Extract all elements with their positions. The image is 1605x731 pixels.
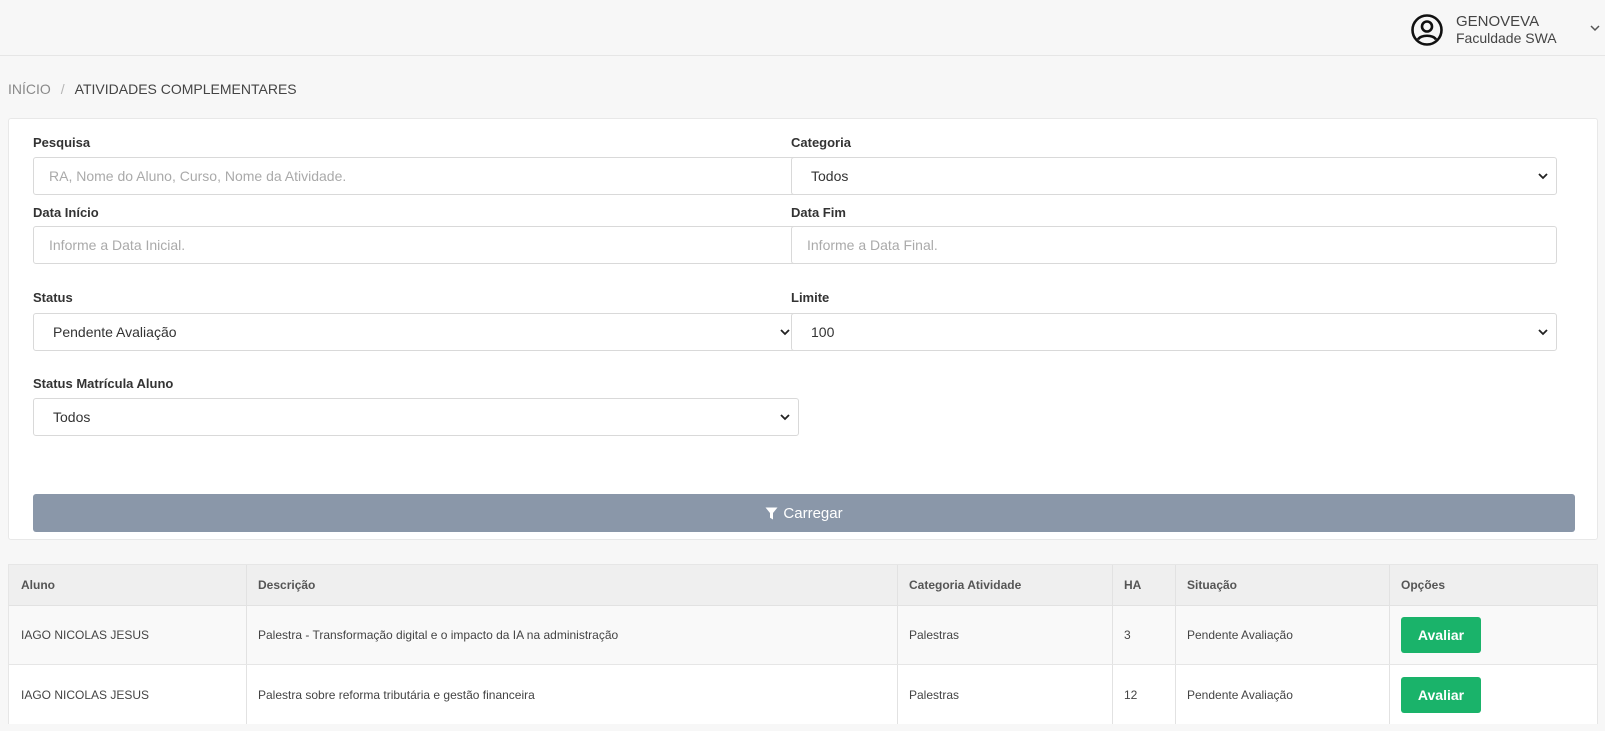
cell-description: Palestra - Transformação digital e o imp… bbox=[258, 628, 619, 642]
column-header-situacao: Situação bbox=[1187, 578, 1238, 592]
column-header-opcoes: Opções bbox=[1401, 578, 1446, 592]
table-row: IAGO NICOLAS JESUS Palestra sobre reform… bbox=[9, 665, 1597, 724]
cell-description: Palestra sobre reforma tributária e gest… bbox=[258, 687, 535, 702]
table-row: IAGO NICOLAS JESUS Palestra - Transforma… bbox=[9, 606, 1597, 665]
category-label: Categoria bbox=[791, 135, 851, 150]
evaluate-button[interactable]: Avaliar bbox=[1401, 676, 1481, 713]
chevron-down-icon bbox=[780, 414, 790, 421]
cell-ha: 3 bbox=[1124, 628, 1131, 642]
category-field: Categoria Todos bbox=[791, 134, 1557, 195]
cell-student: IAGO NICOLAS JESUS bbox=[21, 628, 150, 642]
filter-card: Pesquisa RA, Nome do Aluno, Curso, Nome … bbox=[8, 118, 1598, 540]
end-date-placeholder: Informe a Data Final. bbox=[807, 237, 938, 253]
top-bar: GENOVEVA Faculdade SWA bbox=[0, 0, 1605, 56]
search-input[interactable]: RA, Nome do Aluno, Curso, Nome da Ativid… bbox=[33, 157, 799, 195]
cell-ha: 12 bbox=[1124, 687, 1138, 702]
limit-label: Limite bbox=[791, 290, 830, 305]
column-header-categoria: Categoria Atividade bbox=[909, 578, 1022, 592]
breadcrumb-home[interactable]: INÍCIO bbox=[8, 81, 51, 97]
cell-status: Pendente Avaliação bbox=[1187, 687, 1293, 702]
end-date-field: Data Fim Informe a Data Final. bbox=[791, 204, 1557, 264]
breadcrumb-separator: / bbox=[60, 81, 65, 97]
category-select[interactable]: Todos bbox=[791, 157, 1557, 195]
search-placeholder: RA, Nome do Aluno, Curso, Nome da Ativid… bbox=[49, 168, 347, 184]
column-header-ha: HA bbox=[1124, 578, 1142, 592]
search-field: Pesquisa RA, Nome do Aluno, Curso, Nome … bbox=[33, 134, 799, 195]
end-date-input[interactable]: Informe a Data Final. bbox=[791, 226, 1557, 264]
start-date-label: Data Início bbox=[33, 205, 99, 220]
user-menu[interactable]: GENOVEVA Faculdade SWA bbox=[1410, 10, 1557, 50]
organization-name: Faculdade SWA bbox=[1456, 30, 1557, 46]
limit-value: 100 bbox=[811, 324, 835, 340]
limit-field: Limite 100 bbox=[791, 289, 1557, 351]
status-value: Pendente Avaliação bbox=[53, 324, 177, 340]
cell-student: IAGO NICOLAS JESUS bbox=[21, 687, 150, 702]
enrollment-status-label: Status Matrícula Aluno bbox=[33, 376, 174, 391]
search-label: Pesquisa bbox=[33, 135, 91, 150]
load-button[interactable]: Carregar bbox=[33, 494, 1575, 532]
limit-select[interactable]: 100 bbox=[791, 313, 1557, 351]
cell-category: Palestras bbox=[909, 687, 960, 702]
user-circle-icon bbox=[1411, 14, 1443, 46]
enrollment-status-value: Todos bbox=[53, 409, 91, 425]
cell-status: Pendente Avaliação bbox=[1187, 628, 1293, 642]
status-label: Status bbox=[33, 290, 73, 305]
chevron-down-icon bbox=[780, 329, 790, 336]
chevron-down-icon bbox=[1538, 329, 1548, 336]
cell-options: Avaliar bbox=[1389, 665, 1597, 724]
column-header-descricao: Descrição bbox=[258, 578, 316, 592]
user-name: GENOVEVA bbox=[1456, 13, 1540, 30]
breadcrumb: INÍCIO / ATIVIDADES COMPLEMENTARES bbox=[8, 81, 297, 97]
enrollment-status-select[interactable]: Todos bbox=[33, 398, 799, 436]
start-date-placeholder: Informe a Data Inicial. bbox=[49, 237, 186, 253]
status-select[interactable]: Pendente Avaliação bbox=[33, 313, 799, 351]
enrollment-status-field: Status Matrícula Aluno Todos bbox=[33, 375, 799, 436]
chevron-down-icon[interactable] bbox=[1590, 24, 1600, 32]
end-date-label: Data Fim bbox=[791, 205, 846, 220]
cell-options: Avaliar bbox=[1389, 606, 1597, 664]
column-header-aluno: Aluno bbox=[21, 578, 55, 592]
start-date-field: Data Início Informe a Data Inicial. bbox=[33, 204, 799, 264]
table-header: Aluno Descrição Categoria Atividade HA S… bbox=[9, 565, 1597, 606]
filter-icon bbox=[765, 507, 778, 519]
category-value: Todos bbox=[811, 168, 849, 184]
load-button-label: Carregar bbox=[783, 504, 843, 522]
start-date-input[interactable]: Informe a Data Inicial. bbox=[33, 226, 799, 264]
breadcrumb-current: ATIVIDADES COMPLEMENTARES bbox=[74, 81, 297, 97]
cell-category: Palestras bbox=[909, 628, 960, 642]
user-info: GENOVEVA Faculdade SWA bbox=[1456, 13, 1557, 47]
activities-table: Aluno Descrição Categoria Atividade HA S… bbox=[8, 564, 1598, 724]
evaluate-button[interactable]: Avaliar bbox=[1401, 617, 1481, 653]
status-field: Status Pendente Avaliação bbox=[33, 289, 799, 351]
chevron-down-icon bbox=[1538, 173, 1548, 180]
